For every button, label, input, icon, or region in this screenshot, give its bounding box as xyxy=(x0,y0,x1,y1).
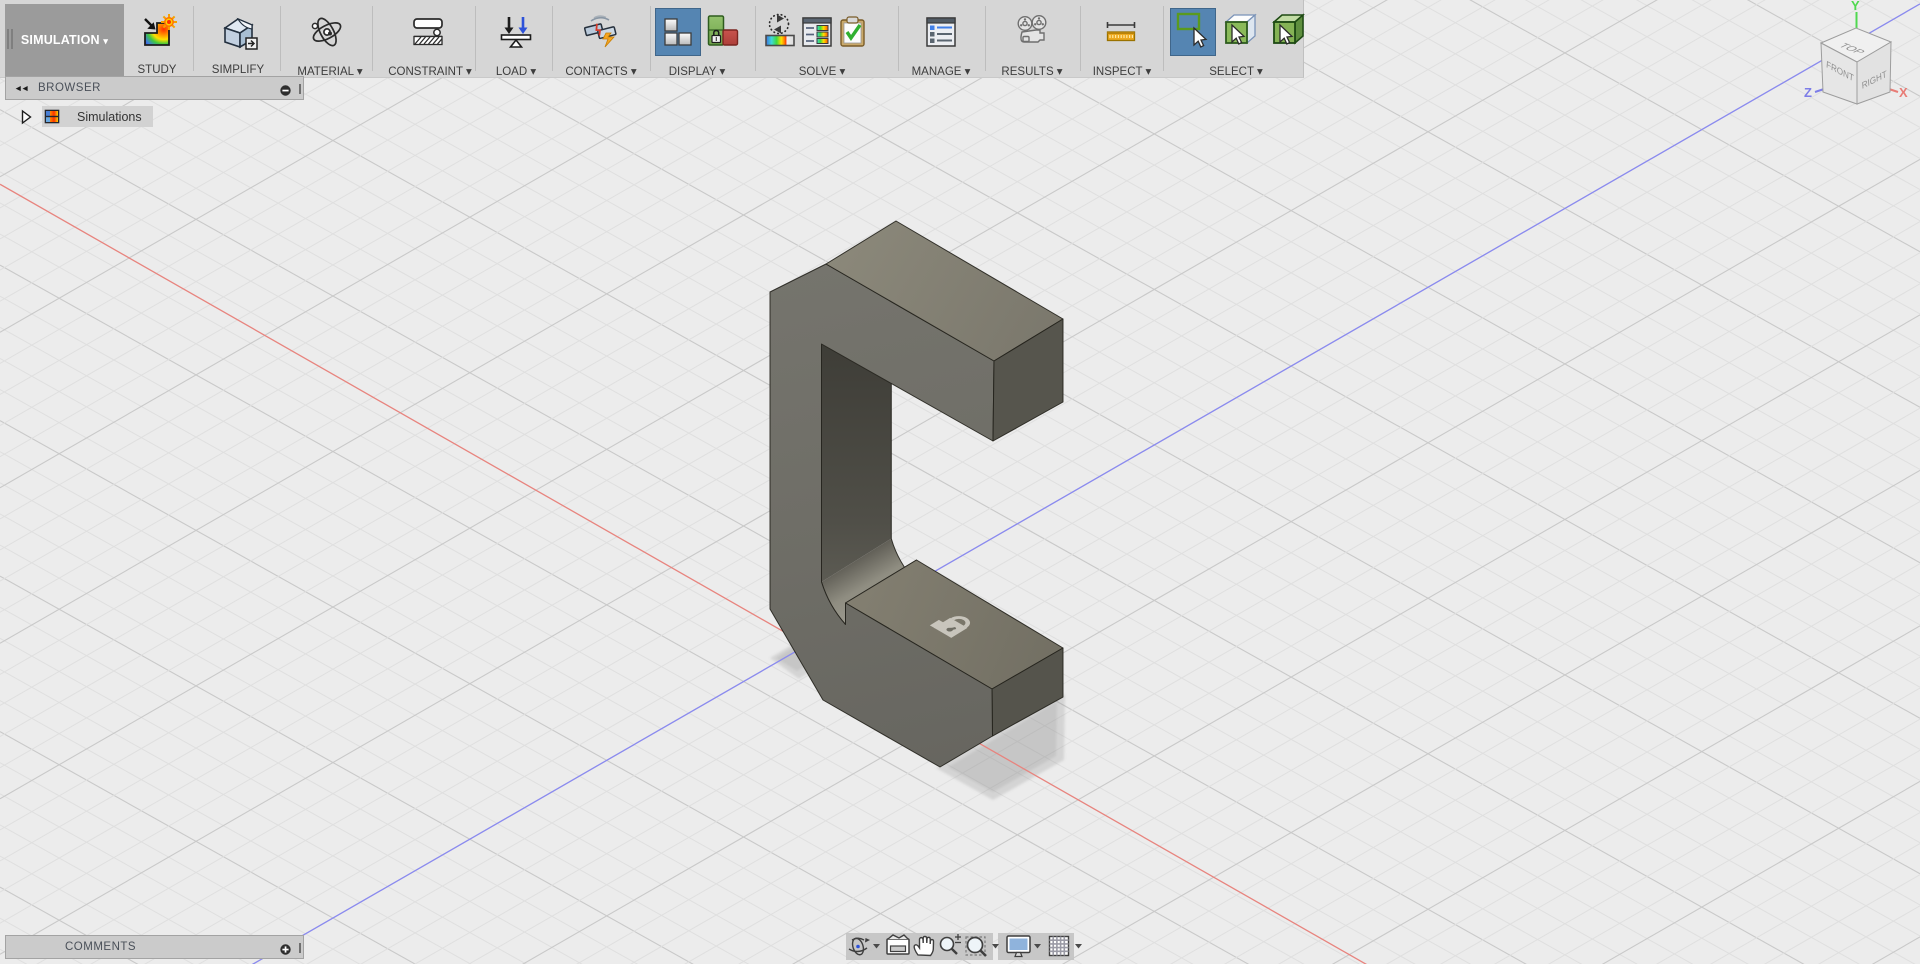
svg-text:Z: Z xyxy=(1804,85,1812,100)
svg-text:X: X xyxy=(1899,85,1908,100)
svg-text:Y: Y xyxy=(1851,0,1860,13)
